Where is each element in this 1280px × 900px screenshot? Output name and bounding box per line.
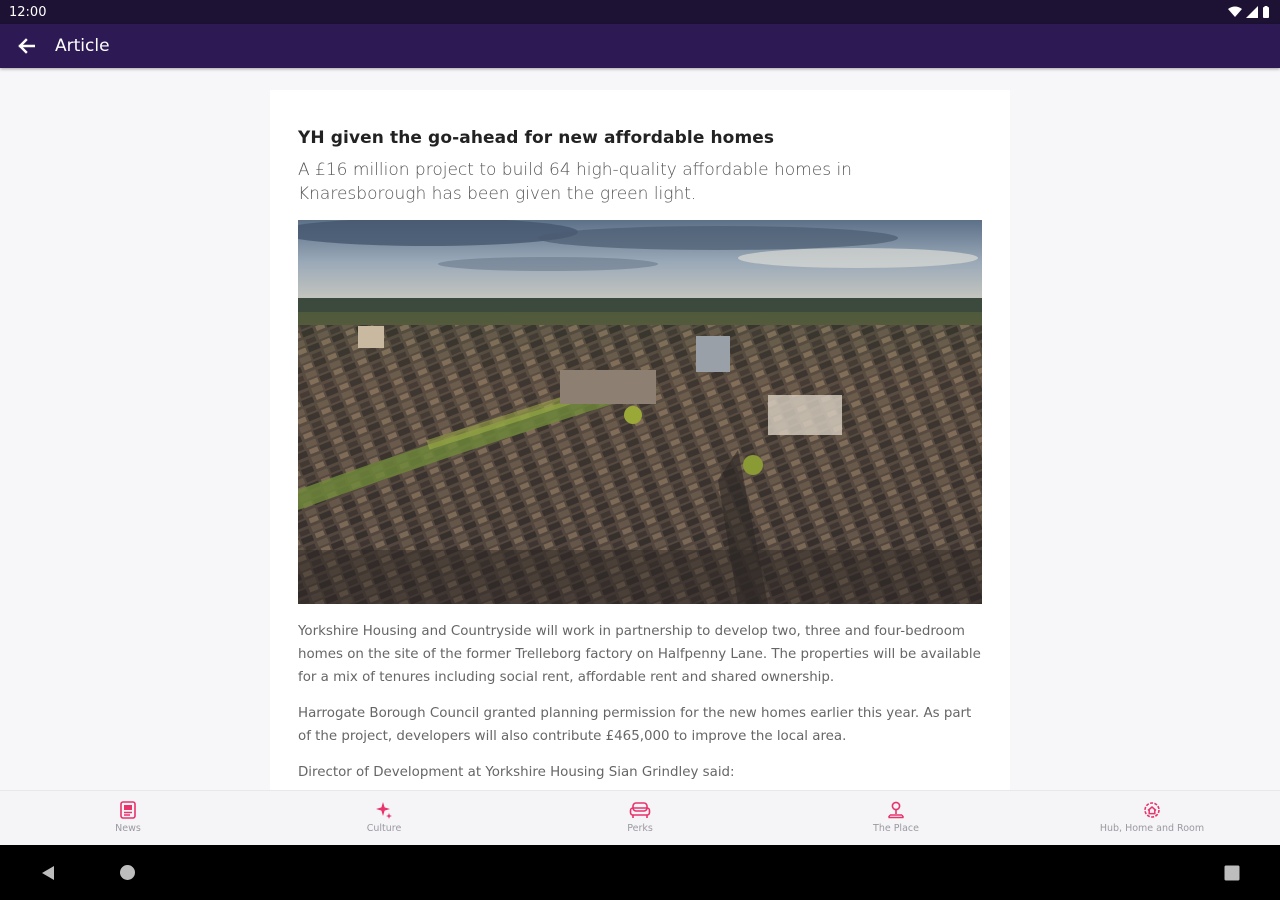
nav-item-the-place[interactable]: The Place bbox=[768, 791, 1024, 845]
article-scroll-area[interactable]: YH given the go-ahead for new affordable… bbox=[0, 68, 1280, 790]
battery-icon bbox=[1263, 6, 1269, 18]
bottom-navigation: News Culture Perks The Place Hub, Home a… bbox=[0, 790, 1280, 845]
system-recents-icon[interactable] bbox=[1224, 865, 1240, 881]
status-icons bbox=[1228, 6, 1270, 18]
newspaper-icon bbox=[120, 801, 136, 819]
article-paragraph: Yorkshire Housing and Countryside will w… bbox=[298, 624, 981, 685]
nav-label-hub-home-room: Hub, Home and Room bbox=[1099, 823, 1205, 834]
signal-icon bbox=[1246, 6, 1258, 18]
location-icon bbox=[887, 801, 905, 819]
system-home-icon[interactable] bbox=[119, 864, 136, 881]
app-bar: Article bbox=[0, 24, 1280, 68]
article-headline: YH given the go-ahead for new affordable… bbox=[298, 128, 775, 148]
nav-item-news[interactable]: News bbox=[0, 791, 256, 845]
wifi-icon bbox=[1228, 6, 1242, 17]
sofa-icon bbox=[629, 802, 651, 818]
article-hero-image bbox=[298, 220, 982, 604]
nav-item-hub-home-room[interactable]: Hub, Home and Room bbox=[1024, 791, 1280, 845]
article-paragraph: Harrogate Borough Council granted planni… bbox=[298, 706, 972, 744]
nav-label-culture: Culture bbox=[366, 823, 402, 834]
arrow-back-icon bbox=[18, 38, 35, 54]
status-bar: 12:00 bbox=[0, 0, 1280, 24]
nav-label-news: News bbox=[115, 823, 141, 834]
home-settings-icon bbox=[1144, 802, 1160, 818]
back-button[interactable] bbox=[14, 34, 38, 58]
system-navigation-bar bbox=[0, 845, 1280, 900]
nav-item-perks[interactable]: Perks bbox=[512, 791, 768, 845]
sparkle-icon bbox=[376, 802, 392, 819]
article-subheadline: A £16 million project to build 64 high-q… bbox=[298, 160, 852, 204]
article-card: YH given the go-ahead for new affordable… bbox=[270, 90, 1010, 790]
system-back-icon[interactable] bbox=[40, 865, 56, 881]
status-time: 12:00 bbox=[9, 4, 47, 20]
nav-label-the-place: The Place bbox=[873, 823, 919, 834]
nav-label-perks: Perks bbox=[627, 823, 653, 834]
article-paragraph: Director of Development at Yorkshire Hou… bbox=[298, 765, 735, 780]
nav-item-culture[interactable]: Culture bbox=[256, 791, 512, 845]
page-title: Article bbox=[55, 36, 110, 56]
